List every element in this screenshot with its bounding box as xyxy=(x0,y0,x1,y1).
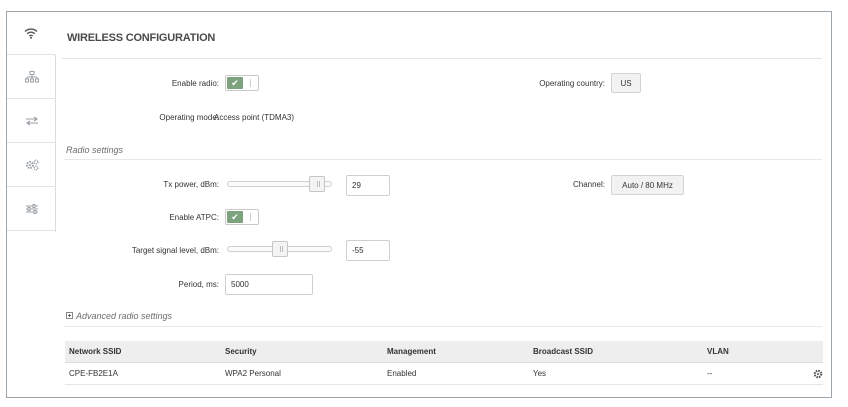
arrows-icon xyxy=(25,116,38,126)
cell-security: WPA2 Personal xyxy=(225,369,281,378)
enable-atpc-toggle[interactable]: ✔ xyxy=(225,209,259,225)
sidebar-item-network[interactable] xyxy=(7,56,56,99)
cell-broadcast-ssid: Yes xyxy=(533,369,547,378)
channel-button[interactable]: Auto / 80 MHz xyxy=(611,175,684,195)
toggle-grip xyxy=(250,79,251,87)
column-header-security: Security xyxy=(225,347,257,356)
column-header-network-ssid: Network SSID xyxy=(69,347,122,356)
operating-country-label: Operating country: xyxy=(539,79,605,88)
sidebar-item-wireless[interactable] xyxy=(7,12,56,55)
title-divider xyxy=(62,58,822,59)
gear-icon[interactable] xyxy=(813,369,823,379)
gears-icon xyxy=(25,159,38,171)
radio-settings-divider xyxy=(64,159,822,160)
sidebar-item-services[interactable] xyxy=(7,144,56,187)
target-signal-slider-handle[interactable] xyxy=(271,241,288,257)
enable-radio-toggle[interactable]: ✔ xyxy=(225,75,259,91)
tx-power-input[interactable] xyxy=(346,175,390,196)
period-input[interactable] xyxy=(225,274,313,295)
sliders-icon xyxy=(25,204,38,214)
sidebar-item-system[interactable] xyxy=(7,188,56,231)
table-row[interactable]: CPE-FB2E1A WPA2 Personal Enabled Yes -- xyxy=(65,363,823,385)
operating-mode-value: Access point (TDMA3) xyxy=(214,113,295,122)
radio-settings-heading: Radio settings xyxy=(66,145,124,155)
window-frame: WIRELESS CONFIGURATION Enable radio: ✔ O… xyxy=(6,11,832,398)
cell-management: Enabled xyxy=(387,369,417,378)
column-header-broadcast-ssid: Broadcast SSID xyxy=(533,347,594,356)
advanced-divider xyxy=(64,326,822,327)
cell-vlan: -- xyxy=(707,369,713,378)
advanced-radio-settings-label: Advanced radio settings xyxy=(76,311,173,321)
ssid-table-header: Network SSID Security Management Broadca… xyxy=(65,341,823,363)
sidebar xyxy=(7,12,56,232)
operating-mode-label: Operating mode: xyxy=(159,113,219,122)
operating-country-button[interactable]: US xyxy=(611,73,641,93)
tx-power-label: Tx power, dBm: xyxy=(163,180,219,189)
enable-radio-label: Enable radio: xyxy=(171,79,219,88)
expand-plus-icon xyxy=(66,312,73,319)
check-icon: ✔ xyxy=(227,211,243,223)
page-title: WIRELESS CONFIGURATION xyxy=(67,32,216,44)
check-icon: ✔ xyxy=(227,77,243,89)
target-signal-label: Target signal level, dBm: xyxy=(131,246,219,255)
cell-network-ssid: CPE-FB2E1A xyxy=(69,369,118,378)
advanced-radio-settings-toggle[interactable]: Advanced radio settings xyxy=(66,311,172,321)
wifi-icon xyxy=(24,28,38,39)
column-header-vlan: VLAN xyxy=(707,347,729,356)
period-label: Period, ms: xyxy=(178,280,219,289)
enable-atpc-label: Enable ATPC: xyxy=(169,213,219,222)
toggle-grip xyxy=(250,213,251,221)
channel-label: Channel: xyxy=(572,180,605,189)
tx-power-slider-handle[interactable] xyxy=(308,176,325,192)
sidebar-item-routing[interactable] xyxy=(7,100,56,143)
target-signal-input[interactable] xyxy=(346,240,390,261)
network-icon xyxy=(24,71,39,83)
column-header-management: Management xyxy=(387,347,436,356)
